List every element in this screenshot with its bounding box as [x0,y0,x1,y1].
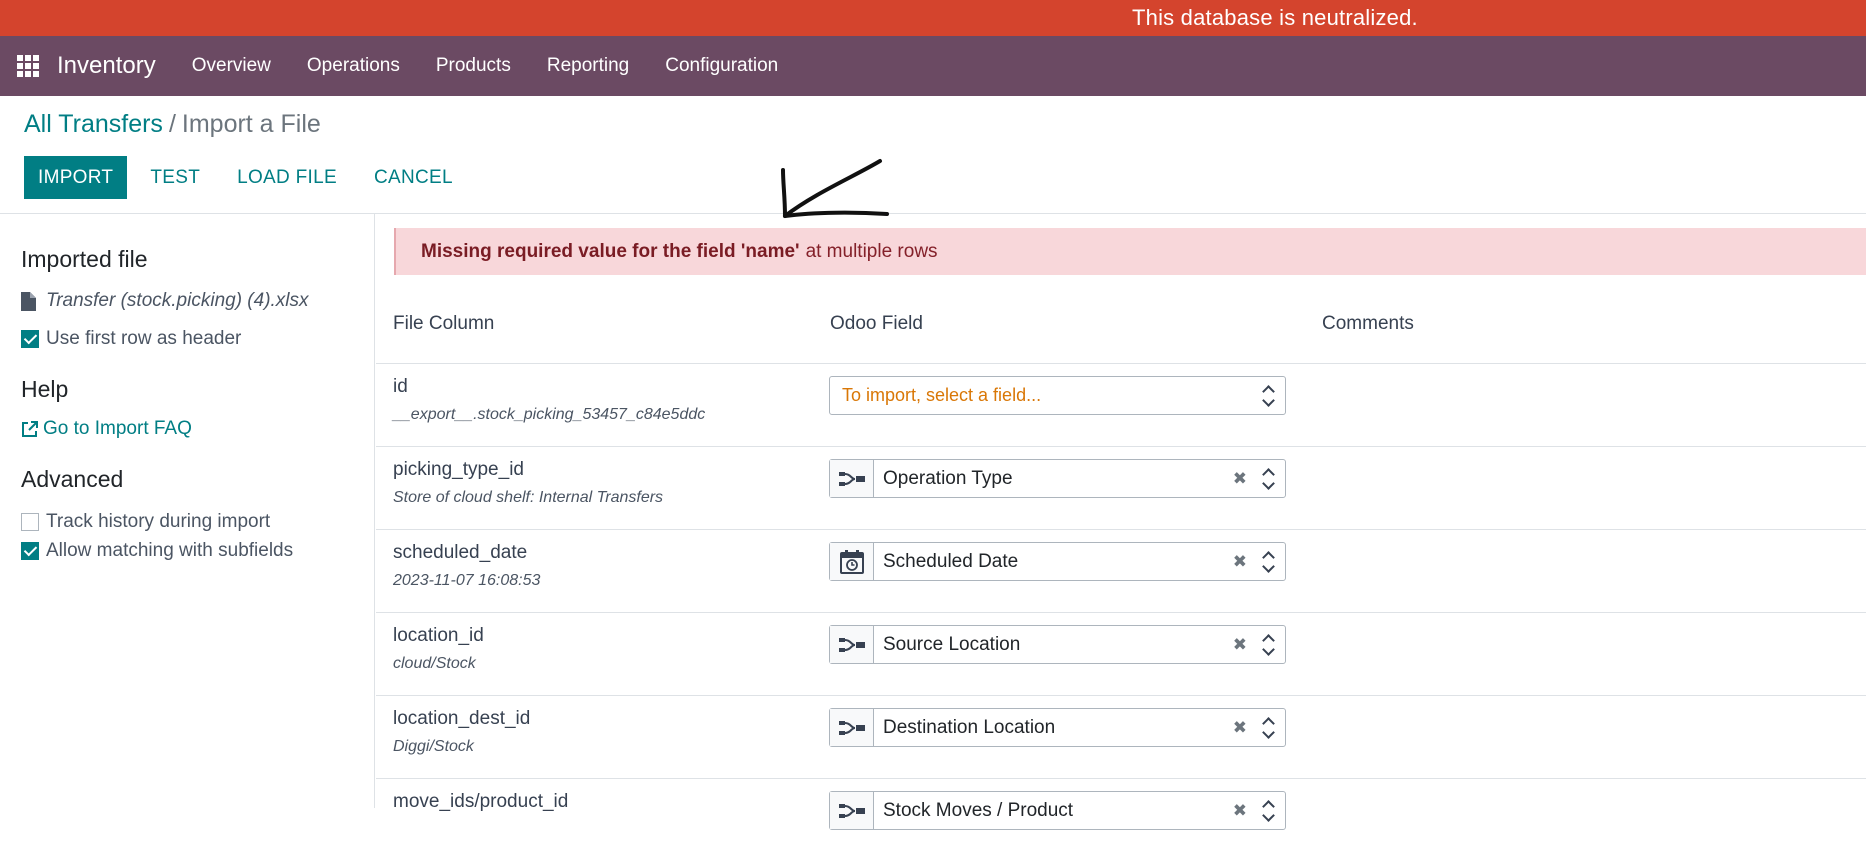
clear-icon[interactable]: ✖ [1233,635,1247,655]
nav-item-products[interactable]: Products [418,55,529,77]
file-column-name: location_id [393,625,484,646]
updown-chevron-icon [1261,633,1275,657]
imported-file-title: Imported file [21,246,148,272]
neutralized-banner-text: This database is neutralized. [1132,5,1418,30]
updown-chevron-icon [1261,384,1275,408]
nav-item-reporting[interactable]: Reporting [529,55,647,77]
error-alert: Missing required value for the field 'na… [394,228,1866,275]
odoo-field-placeholder[interactable]: To import, select a field... [842,385,1041,406]
file-column-name: id [393,376,408,397]
odoo-field-value[interactable]: Scheduled Date [883,551,1233,573]
table-row: id __export__.stock_picking_53457_c84e5d… [376,364,1866,447]
file-column-name: scheduled_date [393,542,528,563]
breadcrumb-current: Import a File [181,110,321,138]
calendar-clock-icon [830,543,874,580]
header-odoo-field: Odoo Field [830,313,923,334]
track-history-option[interactable]: Track history during import [21,511,270,533]
relation-icon [830,626,874,663]
odoo-field-select[interactable]: Destination Location ✖ [829,708,1286,747]
odoo-field-select[interactable]: Scheduled Date ✖ [829,542,1286,581]
odoo-field-value[interactable]: Source Location [883,634,1233,656]
updown-chevron-icon [1261,467,1275,491]
file-column-sample: Store of cloud shelf: Internal Transfers [393,489,664,506]
table-row: picking_type_id Store of cloud shelf: In… [376,447,1866,530]
clear-icon[interactable]: ✖ [1233,552,1247,572]
advanced-title: Advanced [21,466,124,492]
updown-chevron-icon [1261,716,1275,740]
relation-icon [830,709,874,746]
file-column-name: location_dest_id [393,708,531,729]
allow-matching-option[interactable]: Allow matching with subfields [21,540,293,562]
clear-icon[interactable]: ✖ [1233,801,1247,821]
odoo-field-select[interactable]: Stock Moves / Product ✖ [829,791,1286,830]
breadcrumb-separator: / [168,110,176,138]
file-column-sample: Diggi/Stock [393,738,474,755]
odoo-field-select[interactable]: To import, select a field... [829,376,1286,415]
allow-matching-label[interactable]: Allow matching with subfields [46,540,293,562]
nav-item-configuration[interactable]: Configuration [647,55,796,77]
file-column-name: picking_type_id [393,459,524,480]
mapping-table-header: File Column Odoo Field Comments [376,292,1866,364]
import-mapping-panel: Missing required value for the field 'na… [376,214,1866,830]
nav-item-operations[interactable]: Operations [289,55,418,77]
test-button[interactable]: TEST [136,156,214,199]
control-panel: All Transfers / Import a File IMPORT TEST … [0,96,1866,214]
use-first-row-header-option[interactable]: Use first row as header [21,328,241,350]
header-file-column: File Column [393,313,495,334]
apps-grid-icon[interactable] [17,55,39,77]
odoo-field-value[interactable]: Destination Location [883,717,1233,739]
updown-chevron-icon [1261,799,1275,823]
file-icon [21,291,36,311]
clear-icon[interactable]: ✖ [1233,718,1247,738]
table-row: move_ids/product_id Stock Moves / Produc… [376,779,1866,862]
external-link-icon [22,421,38,437]
updown-chevron-icon [1261,550,1275,574]
top-navbar: Inventory Overview Operations Products R… [0,36,1866,96]
import-button[interactable]: IMPORT [24,156,128,199]
clear-icon[interactable]: ✖ [1233,469,1247,489]
neutralized-banner: This database is neutralized. [0,0,1866,36]
file-column-sample: cloud/Stock [393,655,476,672]
file-column-name: move_ids/product_id [393,791,569,812]
import-options-sidebar: Imported file Transfer (stock.picking) (… [0,214,375,808]
track-history-label[interactable]: Track history during import [46,511,270,533]
use-first-row-header-checkbox[interactable] [21,330,39,348]
breadcrumb: All Transfers / Import a File [24,110,321,139]
table-row: location_id cloud/Stock Source Location … [376,613,1866,696]
table-row: location_dest_id Diggi/Stock Destination… [376,696,1866,779]
track-history-checkbox[interactable] [21,513,39,531]
action-buttons: IMPORT TEST LOAD FILE CANCEL [24,156,467,199]
load-file-button[interactable]: LOAD FILE [223,156,351,199]
imported-file-row: Transfer (stock.picking) (4).xlsx [21,290,309,312]
import-faq-link-label[interactable]: Go to Import FAQ [43,418,192,440]
odoo-field-value[interactable]: Stock Moves / Product [883,800,1233,822]
imported-file-name: Transfer (stock.picking) (4).xlsx [46,290,309,311]
use-first-row-header-label[interactable]: Use first row as header [46,328,241,350]
breadcrumb-all-transfers[interactable]: All Transfers [24,110,163,138]
nav-item-overview[interactable]: Overview [174,55,289,77]
odoo-field-value[interactable]: Operation Type [883,468,1233,490]
odoo-field-select[interactable]: Operation Type ✖ [829,459,1286,498]
error-alert-message: Missing required value for the field 'na… [421,240,800,262]
allow-matching-checkbox[interactable] [21,542,39,560]
app-name[interactable]: Inventory [57,52,156,80]
help-title: Help [21,376,69,402]
error-alert-detail: at multiple rows [805,240,938,262]
relation-icon [830,792,874,829]
odoo-field-select[interactable]: Source Location ✖ [829,625,1286,664]
relation-icon [830,460,874,497]
table-row: scheduled_date 2023-11-07 16:08:53 Sched… [376,530,1866,613]
cancel-button[interactable]: CANCEL [360,156,467,199]
file-column-sample: 2023-11-07 16:08:53 [393,572,541,589]
file-column-sample: __export__.stock_picking_53457_c84e5ddc [393,406,706,423]
header-comments: Comments [1322,313,1414,334]
import-faq-link[interactable]: Go to Import FAQ [21,418,192,440]
